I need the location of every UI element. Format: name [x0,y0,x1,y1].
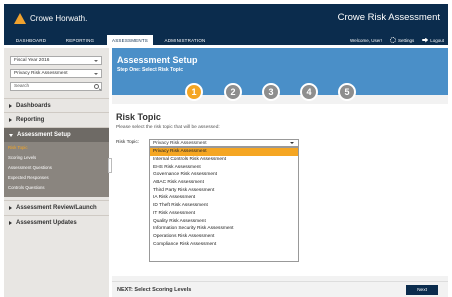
submenu-item-scoring-levels[interactable]: Scoring Levels [8,155,36,160]
caret-right-icon [9,103,12,108]
assessment-setup-submenu: Risk Topic Scoring Levels Assessment Que… [4,142,109,197]
next-button[interactable]: Next [406,285,438,295]
settings-label: Settings [397,37,415,43]
dropdown-option[interactable]: Governance Risk Assessment [150,171,298,179]
assessment-select[interactable]: Privacy Risk Assessment [10,69,102,78]
setup-banner: Assessment Setup Step One: Select Risk T… [112,48,448,101]
risk-topic-select[interactable]: Privacy Risk Assessment [149,139,299,147]
logo[interactable]: Crowe Horwath. [14,13,87,24]
dropdown-option[interactable]: IA Risk Assessment [150,194,298,202]
step-1-indicator[interactable]: 1 [185,83,203,101]
submenu-item-assessment-questions[interactable]: Assessment Questions [8,165,52,170]
risk-topic-selected: Privacy Risk Assessment [153,140,207,146]
step-4-indicator[interactable]: 4 [300,83,318,101]
welcome-text: Welcome, User! [350,37,382,43]
logo-text: Crowe Horwath. [30,14,88,23]
caret-right-icon [9,117,12,122]
sidebar-item-reporting[interactable]: Reporting [4,112,109,126]
sidebar-item-dashboards[interactable]: Dashboards [4,98,109,112]
dropdown-option[interactable]: Internal Controls Risk Assessment [150,156,298,164]
sidebar-item-label: Reporting [16,116,45,123]
gear-icon [389,37,396,43]
risk-topic-label: Risk Topic: [116,140,140,145]
search-icon[interactable] [94,84,99,89]
fiscal-year-select[interactable]: Fiscal Year 2016 [10,56,102,65]
dropdown-option[interactable]: Information Security Risk Assessment [150,225,298,233]
crowe-logo-icon [14,13,26,24]
tab-administration[interactable]: ADMINISTRATION [156,35,214,45]
step-subtitle: Step One: Select Risk Topic [117,67,184,73]
risk-topic-options: Privacy Risk Assessment Internal Control… [149,147,299,262]
assessment-value: Privacy Risk Assessment [14,71,68,76]
chevron-down-icon [94,73,98,75]
step-5-indicator[interactable]: 5 [338,83,356,101]
logout-link[interactable]: Logout [422,37,444,43]
sidebar: Fiscal Year 2016 Privacy Risk Assessment… [4,48,109,297]
dropdown-option[interactable]: IT Risk Assessment [150,210,298,218]
main-content: Assessment Setup Step One: Select Risk T… [112,48,448,297]
settings-link[interactable]: Settings [389,37,415,43]
step-3-indicator[interactable]: 3 [262,83,280,101]
sidebar-item-label: Assessment Review/Launch [16,204,97,211]
dropdown-option[interactable]: Privacy Risk Assessment [150,148,298,156]
section-title: Risk Topic [116,112,161,122]
tab-reporting[interactable]: REPORTING [60,35,100,45]
risk-topic-card: Risk Topic Please select the risk topic … [112,104,448,276]
dropdown-option[interactable]: EHS Risk Assessment [150,163,298,171]
section-description: Please select the risk topic that will b… [116,125,220,130]
app-title: Crowe Risk Assessment [337,12,440,23]
logout-label: Logout [430,37,444,43]
chevron-down-icon [290,142,294,144]
sidebar-item-assessment-setup[interactable]: Assessment Setup [4,127,109,142]
sidebar-item-label: Assessment Updates [16,219,77,226]
page-title: Assessment Setup [117,55,198,65]
submenu-item-expected-responses[interactable]: Expected Responses [8,175,49,180]
dropdown-option[interactable]: Compliance Risk Assessment [150,240,298,248]
sidebar-item-label: Assessment Setup [17,132,71,138]
app-header: Crowe Horwath. Crowe Risk Assessment DAS… [4,4,448,45]
dropdown-option[interactable]: Third Party Risk Assessment [150,186,298,194]
dropdown-option[interactable]: ID Theft Risk Assessment [150,202,298,210]
sidebar-item-label: Dashboards [16,102,51,109]
caret-right-icon [9,205,12,210]
search-input[interactable]: Search [10,82,102,91]
chevron-down-icon [94,60,98,62]
caret-right-icon [9,220,12,225]
submenu-item-risk-topic[interactable]: Risk Topic [8,145,28,150]
sidebar-item-assessment-updates[interactable]: Assessment Updates [4,215,109,229]
tab-assessments[interactable]: ASSESSMENTS [107,35,153,45]
sidebar-item-review-launch[interactable]: Assessment Review/Launch [4,200,109,214]
logout-icon [422,37,429,43]
top-nav: DASHBOARD REPORTING ASSESSMENTS ADMINIST… [4,35,448,45]
wizard-footer: NEXT: Select Scoring Levels Next [112,281,448,297]
tab-dashboard[interactable]: DASHBOARD [8,35,54,45]
step-2-indicator[interactable]: 2 [224,83,242,101]
dropdown-option[interactable]: Quality Risk Assessment [150,217,298,225]
user-area: Welcome, User! Settings Logout [350,35,444,45]
caret-down-icon [9,133,13,137]
next-step-label: NEXT: Select Scoring Levels [117,287,192,293]
fiscal-year-value: Fiscal Year 2016 [14,58,50,63]
dropdown-option[interactable]: Operations Risk Assessment [150,233,298,241]
submenu-item-controls-questions[interactable]: Controls Questions [8,185,45,190]
search-placeholder: Search [14,84,30,89]
dropdown-option[interactable]: ABAC Risk Assessment [150,179,298,187]
